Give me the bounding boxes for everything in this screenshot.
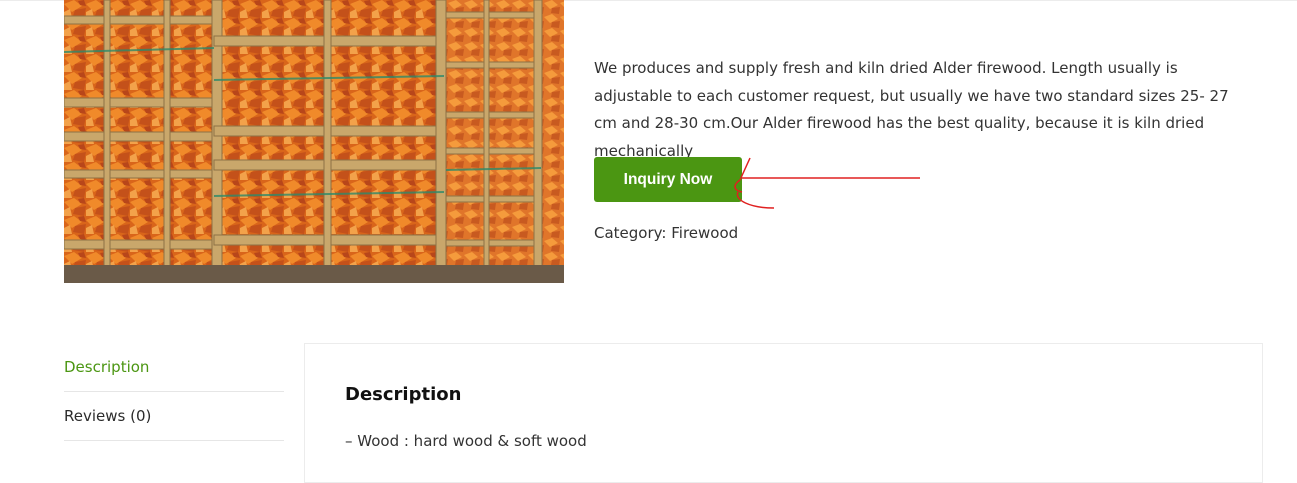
panel-line: – Wood : hard wood & soft wood <box>345 432 587 450</box>
product-category: Category: Firewood <box>594 224 738 242</box>
firewood-crates-photo <box>64 0 564 283</box>
category-link[interactable]: Firewood <box>671 224 738 242</box>
panel-title: Description <box>345 384 462 405</box>
tab-reviews[interactable]: Reviews (0) <box>64 392 284 441</box>
product-description: We produces and supply fresh and kiln dr… <box>594 59 1229 160</box>
product-tabs: Description Reviews (0) <box>64 343 284 441</box>
category-label: Category: <box>594 224 667 242</box>
tab-panel-description: Description – Wood : hard wood & soft wo… <box>304 343 1263 483</box>
tab-description[interactable]: Description <box>64 343 284 392</box>
inquiry-now-button[interactable]: Inquiry Now <box>594 157 742 202</box>
product-image[interactable] <box>64 0 564 283</box>
